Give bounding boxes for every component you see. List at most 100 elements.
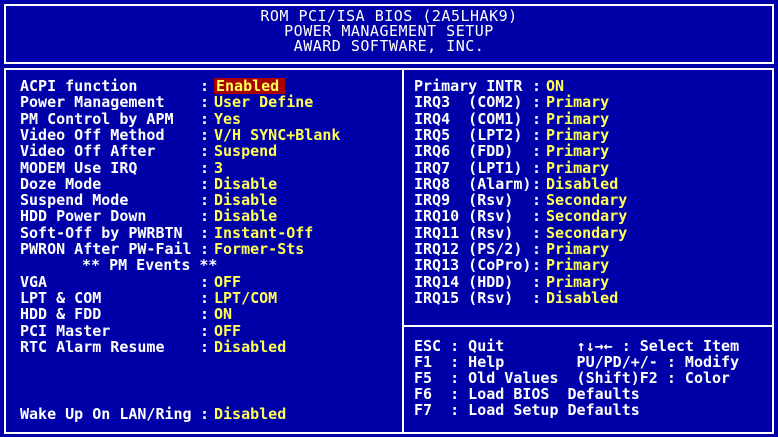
setting-label: LPT & COM [20,288,102,307]
irq-row[interactable]: IRQ12 (PS/2): Primary [414,241,778,257]
setting-row[interactable]: Power Management: User Define [20,94,400,110]
setting-row[interactable]: Suspend Mode: Disable [20,192,400,208]
setting-label: Wake Up On LAN/Ring [20,405,192,423]
irq-row[interactable]: IRQ8 (Alarm): Disabled [414,176,778,192]
setting-value[interactable]: Instant-Off [214,225,313,241]
help-line: F5 : Old Values (Shift)F2 : Color [414,369,731,387]
setting-value[interactable]: Former-Sts [214,241,304,257]
setting-value[interactable]: User Define [214,94,313,110]
setting-label: IRQ6 (FDD) [414,142,514,161]
setting-value[interactable]: Primary [546,94,609,110]
irq-row[interactable]: IRQ11 (Rsv): Secondary [414,225,778,241]
setting-value[interactable]: V/H SYNC+Blank [214,127,340,143]
separator-colon: : [200,158,210,177]
setting-label: IRQ11 (Rsv) [414,223,514,242]
separator-colon: : [200,321,210,340]
separator-colon: : [200,337,210,356]
setting-value[interactable]: Primary [546,241,609,257]
setting-value[interactable]: Disabled [546,290,618,306]
setting-label: RTC Alarm Resume [20,337,165,356]
setting-value[interactable]: ON [214,306,232,322]
separator-colon: : [532,142,542,161]
setting-row[interactable]: Soft-Off by PWRBTN: Instant-Off [20,225,400,241]
setting-value[interactable]: Secondary [546,225,627,241]
setting-row[interactable]: MODEM Use IRQ:3 [20,160,400,176]
separator-colon: : [200,223,210,242]
setting-label: Primary INTR [414,77,523,95]
setting-value[interactable]: OFF [214,323,241,339]
setting-value[interactable]: Primary [546,143,609,159]
separator-colon: : [532,240,542,258]
setting-label: PWRON After PW-Fail [20,240,192,258]
setting-row[interactable]: ACPI function: Enabled [20,78,400,94]
pm-event-row[interactable]: PCI Master: OFF [20,323,400,339]
separator-colon: : [532,109,542,128]
setting-label: IRQ3 (COM2) [414,93,523,112]
setting-label: IRQ4 (COM1) [414,109,523,128]
setting-value[interactable]: Secondary [546,192,627,208]
help-line: F6 : Load BIOS Defaults [414,385,640,403]
setting-label: Video Off Method [20,125,165,144]
irq-row[interactable]: IRQ15 (Rsv): Disabled [414,290,778,306]
setting-value[interactable]: Disabled [546,176,618,192]
setting-row[interactable]: Doze Mode: Disable [20,176,400,192]
separator-colon: : [200,109,210,128]
setting-value[interactable]: Primary [546,160,609,176]
pm-event-row[interactable]: RTC Alarm Resume: Disabled [20,339,400,355]
separator-colon: : [532,288,542,307]
setting-row[interactable]: PWRON After PW-Fail: Former-Sts [20,241,400,257]
irq-row[interactable]: IRQ13 (CoPro): Primary [414,257,778,273]
setting-label: VGA [20,272,48,291]
setting-label: ACPI function [20,77,138,95]
setting-value[interactable]: Disable [214,192,277,208]
help-line: F7 : Load Setup Defaults [414,401,640,419]
setting-row[interactable]: Video Off After: Suspend [20,143,400,159]
setting-value[interactable]: Disabled [214,339,286,355]
separator-colon: : [200,240,210,258]
setting-value[interactable]: Secondary [546,208,627,224]
setting-label: IRQ15 (Rsv) [414,288,514,307]
setting-label: IRQ7 (LPT1) [414,158,523,177]
irq-row[interactable]: Primary INTR: ON [414,78,778,94]
setting-value[interactable]: 3 [214,160,223,176]
setting-label: Video Off After [20,142,156,161]
setting-value[interactable]: Enabled [214,78,286,94]
setting-value[interactable]: Primary [546,111,609,127]
irq-row[interactable]: IRQ4 (COM1): Primary [414,111,778,127]
irq-row[interactable]: IRQ5 (LPT2): Primary [414,127,778,143]
separator-colon: : [200,142,210,161]
setting-row[interactable]: PM Control by APM: Yes [20,111,400,127]
setting-value[interactable]: ON [546,78,564,94]
column-divider [402,68,404,434]
setting-value[interactable]: Suspend [214,143,277,159]
setting-label: IRQ10 (Rsv) [414,207,514,226]
setting-value[interactable]: OFF [214,274,241,290]
irq-row[interactable]: IRQ9 (Rsv): Secondary [414,192,778,208]
setting-label: PCI Master [20,321,111,340]
irq-row[interactable]: IRQ3 (COM2): Primary [414,94,778,110]
setting-value[interactable]: Disable [214,176,277,192]
setting-value[interactable]: LPT/COM [214,290,277,306]
setting-label: IRQ13 (CoPro) [414,256,532,275]
setting-value[interactable]: Primary [546,274,609,290]
pm-event-row[interactable]: HDD & FDD: ON [20,306,400,322]
wake-setting-row[interactable]: Wake Up On LAN/Ring: Disabled [20,406,400,422]
irq-row[interactable]: IRQ6 (FDD): Primary [414,143,778,159]
irq-row[interactable]: IRQ14 (HDD): Primary [414,274,778,290]
pm-event-row[interactable]: VGA: OFF [20,274,400,290]
setting-value[interactable]: Primary [546,257,609,273]
setting-value[interactable]: Disabled [214,406,286,422]
setting-row[interactable]: Video Off Method: V/H SYNC+Blank [20,127,400,143]
setting-row[interactable]: HDD Power Down: Disable [20,208,400,224]
pm-event-row[interactable]: LPT & COM: LPT/COM [20,290,400,306]
irq-row[interactable]: IRQ10 (Rsv): Secondary [414,208,778,224]
setting-value[interactable]: Yes [214,111,241,127]
bios-header: ROM PCI/ISA BIOS (2A5LHAK9) POWER MANAGE… [4,4,774,64]
setting-value[interactable]: Primary [546,127,609,143]
separator-colon: : [200,305,210,324]
irq-row[interactable]: IRQ7 (LPT1): Primary [414,160,778,176]
separator-colon: : [532,256,542,275]
separator-colon: : [532,158,542,177]
help-line: F1 : Help PU/PD/+/- : Modify [414,353,740,371]
setting-value[interactable]: Disable [214,208,277,224]
